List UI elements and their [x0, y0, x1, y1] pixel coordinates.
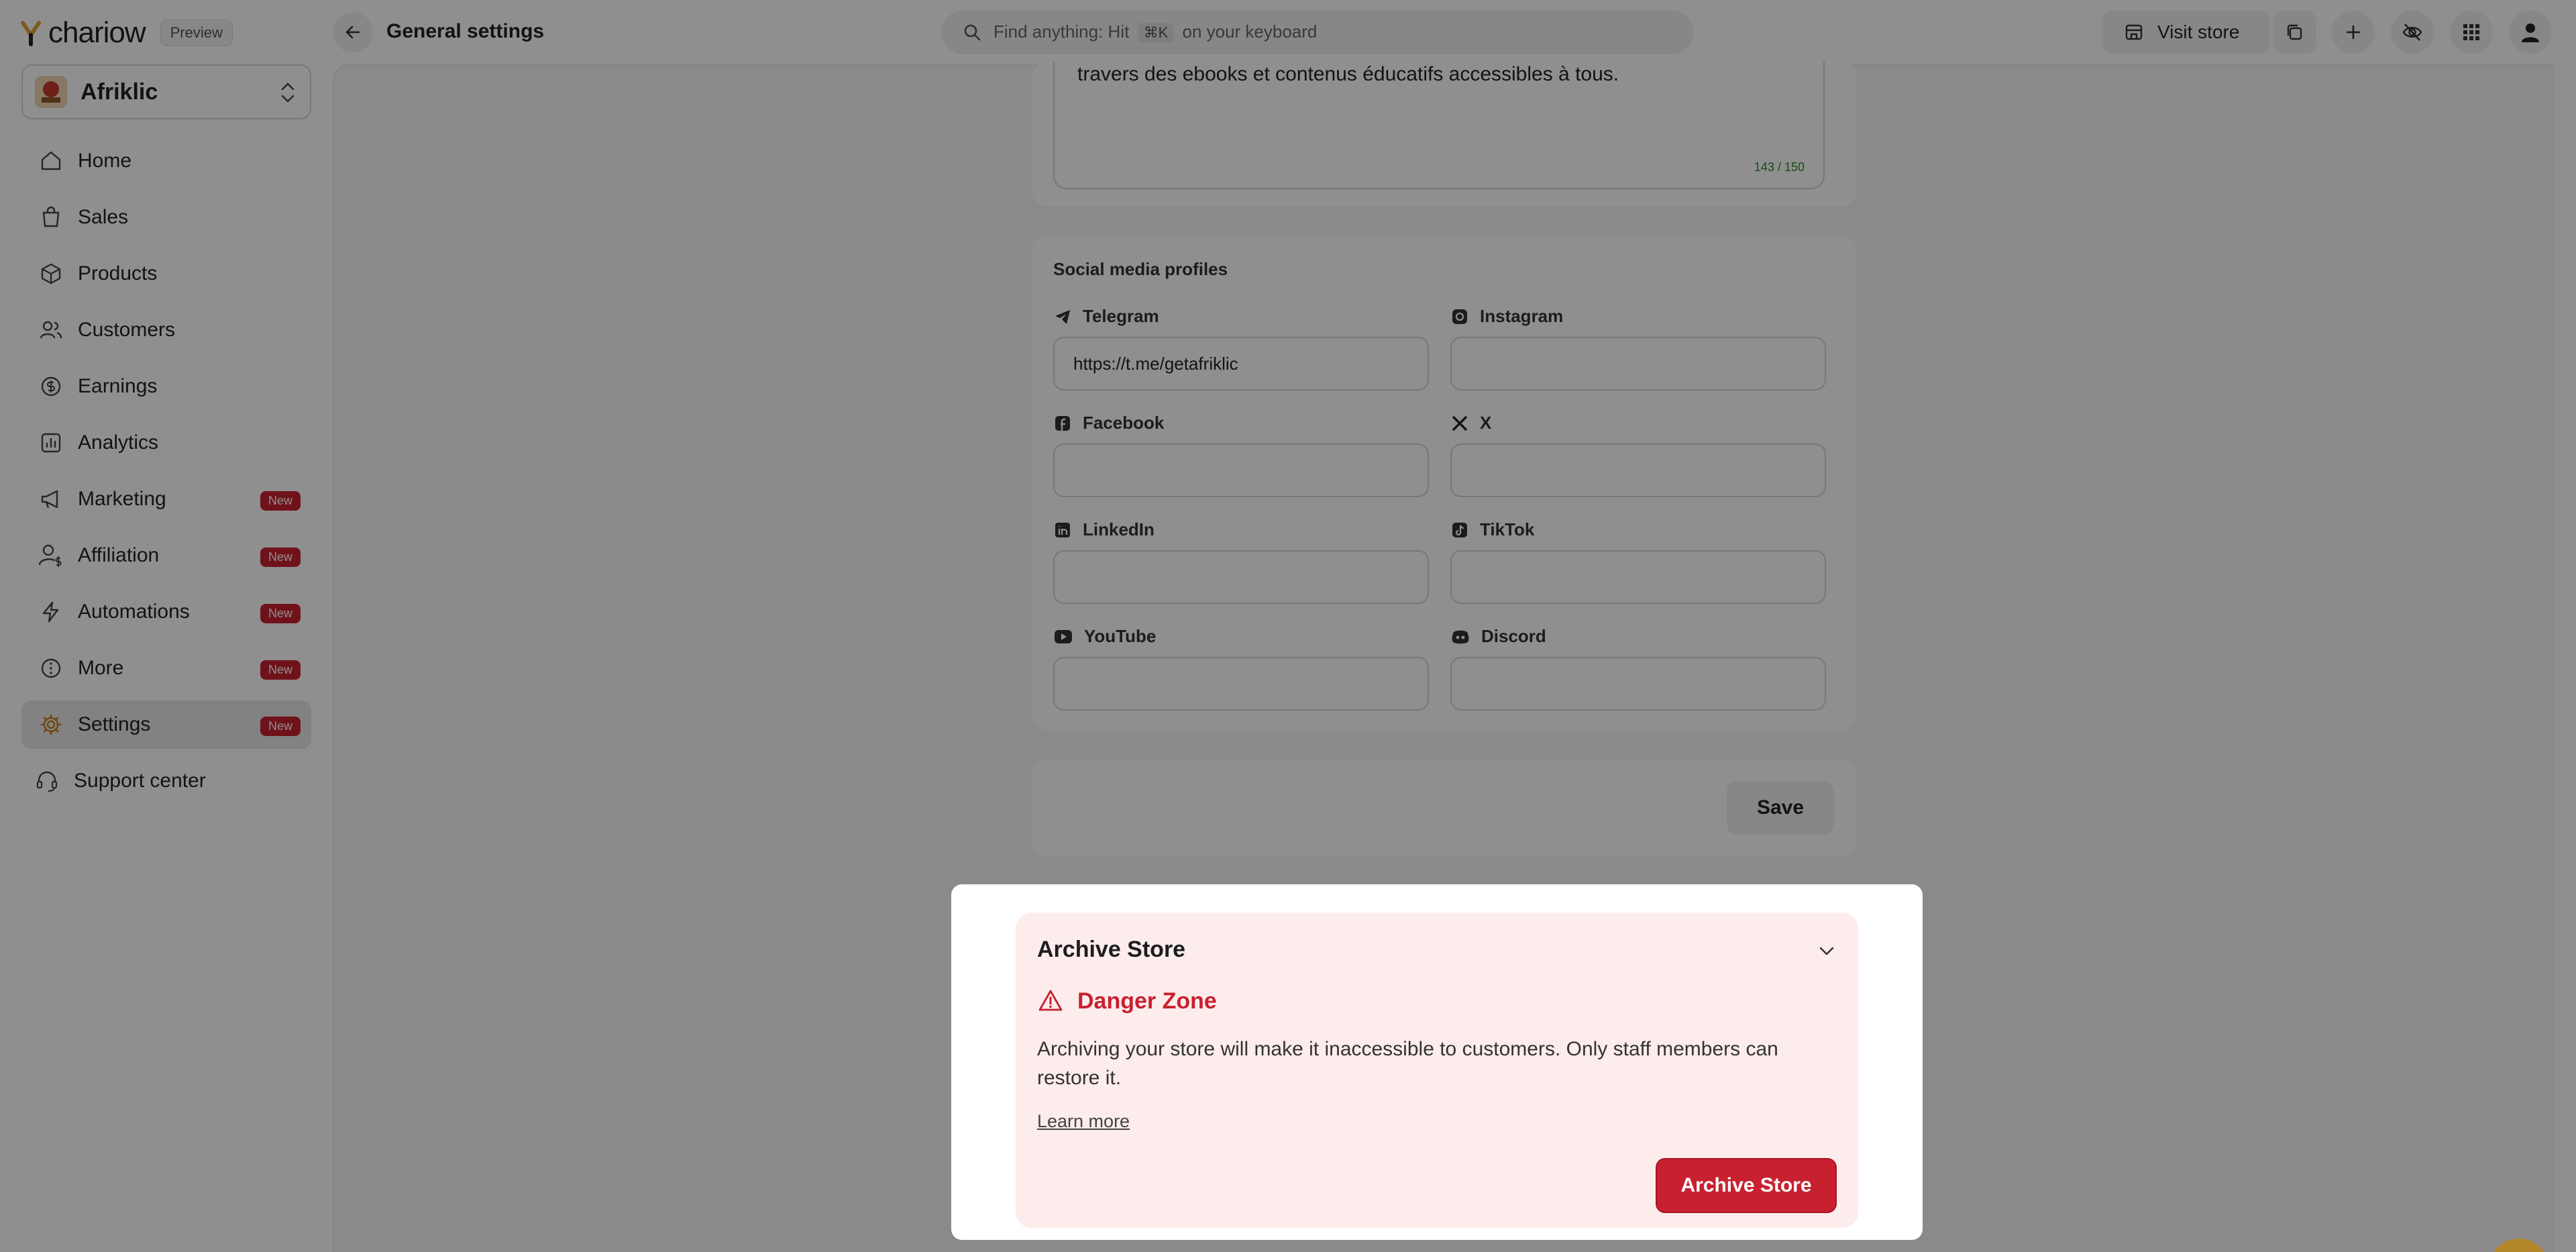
chevron-down-icon[interactable]	[1817, 941, 1837, 961]
archive-store-button[interactable]: Archive Store	[1656, 1158, 1837, 1213]
danger-zone-header: Danger Zone	[1037, 988, 1217, 1014]
warning-icon	[1038, 990, 1063, 1011]
modal-title: Archive Store	[1037, 937, 1186, 962]
archive-store-modal: Archive Store Danger Zone Archiving your…	[951, 884, 1923, 1240]
danger-zone-title: Danger Zone	[1077, 988, 1217, 1014]
learn-more-link[interactable]: Learn more	[1037, 1111, 1130, 1132]
danger-zone-description: Archiving your store will make it inacce…	[1037, 1038, 1778, 1089]
danger-zone-card: Archive Store Danger Zone Archiving your…	[1016, 912, 1858, 1228]
